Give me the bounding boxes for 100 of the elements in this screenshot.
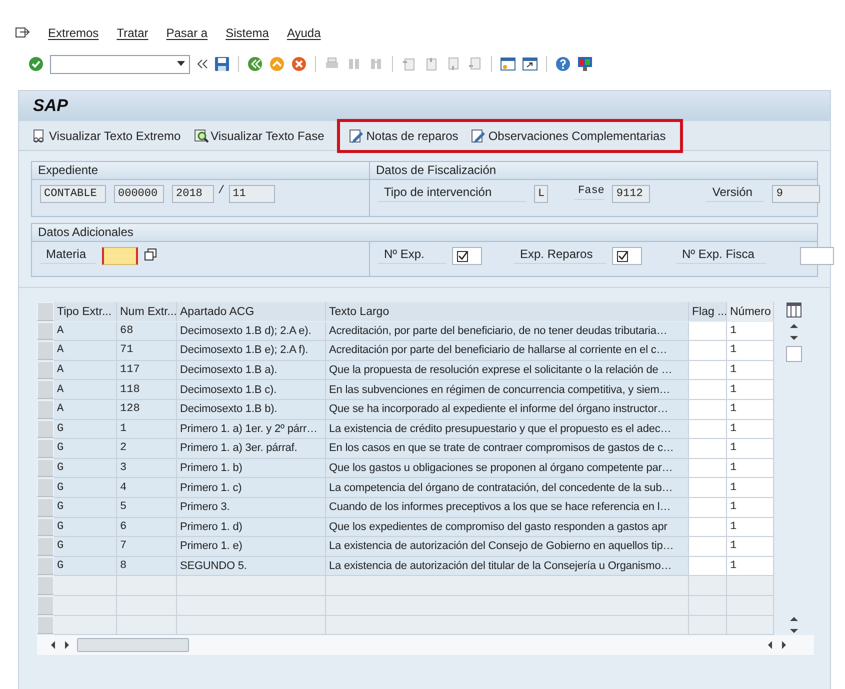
exit-icon[interactable] <box>269 56 285 72</box>
cancel-icon[interactable] <box>291 56 307 72</box>
table-cell: 1 <box>727 556 774 576</box>
table-cell: G <box>54 556 117 576</box>
input-field[interactable]: 000000 <box>114 185 164 203</box>
column-settings-icon[interactable] <box>786 302 802 318</box>
value-help-icon[interactable] <box>144 247 158 263</box>
row-selector[interactable] <box>37 498 54 517</box>
toolbar-button[interactable]: Observaciones Complementarias <box>470 128 666 144</box>
table-cell: Acreditación por parte del beneficiario de hallarse al corriente en el c… <box>326 341 689 361</box>
table-cell: A <box>54 380 117 400</box>
back-icon[interactable] <box>247 56 263 72</box>
scroll-thumb[interactable] <box>77 638 189 652</box>
input-field[interactable]: CONTABLE <box>40 185 106 203</box>
row-selector[interactable] <box>37 518 54 536</box>
table-cell: Primero 1. d) <box>177 518 326 538</box>
table-cell: Que la propuesta de resolución exprese el solicitante o la relación de … <box>326 360 689 380</box>
scroll-thumb[interactable] <box>786 346 802 362</box>
table-cell: Cuando de los informes preceptivos a los que se hace referencia en l… <box>326 498 689 518</box>
column-header[interactable]: Flag ... <box>689 302 727 321</box>
table-cell: G <box>54 518 117 538</box>
check-icon[interactable] <box>28 56 44 72</box>
table-cell: G <box>54 439 117 459</box>
table-cell <box>689 322 727 342</box>
row-selector[interactable] <box>37 420 54 438</box>
menu-item[interactable]: Pasar a <box>166 26 208 40</box>
table-cell: 7 <box>117 537 177 557</box>
toolbar-button[interactable]: Visualizar Texto Extremo <box>31 128 181 144</box>
table-cell: Decimosexto 1.B d); 2.A e). <box>177 322 326 342</box>
input-field[interactable]: 2018 <box>172 185 214 203</box>
input-field[interactable] <box>102 247 138 265</box>
checkbox[interactable] <box>612 247 642 265</box>
pencil-icon <box>470 128 486 144</box>
magnifier-icon <box>192 128 209 144</box>
input-field[interactable]: L <box>534 185 548 203</box>
column-header[interactable]: Texto Largo <box>326 302 689 321</box>
row-selector[interactable] <box>37 616 54 634</box>
menu-item[interactable]: Tratar <box>116 26 148 40</box>
scroll-left-icon[interactable] <box>49 641 57 650</box>
input-field[interactable]: 9 <box>772 185 820 203</box>
toolbar-button[interactable]: Notas de reparos <box>348 128 458 144</box>
save-icon[interactable] <box>214 56 230 72</box>
table-cell: 1 <box>727 458 774 478</box>
menu-item[interactable]: Ayuda <box>286 26 321 40</box>
field-label: Nº Exp. Fisca <box>676 247 766 264</box>
table-cell: Primero 1. a) 1er. y 2º párr… <box>177 420 326 440</box>
row-selector[interactable] <box>37 322 54 340</box>
table-cell: A <box>54 360 117 380</box>
menu-item[interactable]: Sistema <box>226 26 269 40</box>
table-cell: Primero 1. e) <box>177 537 326 557</box>
last-page-icon[interactable] <box>467 56 483 72</box>
row-selector[interactable] <box>37 537 54 556</box>
row-selector[interactable] <box>37 458 54 478</box>
menu-item[interactable]: Extremos <box>48 26 99 40</box>
column-header[interactable]: Tipo Extr... <box>54 302 117 321</box>
column-header[interactable]: Apartado ACG <box>177 302 326 321</box>
row-selector[interactable] <box>37 596 54 614</box>
first-page-icon[interactable] <box>401 56 417 72</box>
table-cell: En los casos en que se trate de contraer compromisos de gastos de c… <box>326 439 689 459</box>
help-icon[interactable] <box>555 56 571 72</box>
scroll-down-icon[interactable] <box>790 334 798 342</box>
column-header[interactable]: Num Extr... <box>117 302 177 321</box>
field-label: Materia <box>40 247 96 264</box>
table-cell: Que los expedientes de compromiso del gasto responden a gastos apr <box>326 518 689 538</box>
table-cell: 1 <box>117 420 177 440</box>
new-window-icon[interactable] <box>500 56 516 72</box>
table-cell: La existencia de autorización del titular de la Consejería u Organismo… <box>326 556 689 576</box>
dropdown-icon[interactable] <box>177 61 185 67</box>
table-cell <box>689 439 727 459</box>
input-field[interactable]: 9112 <box>612 185 650 203</box>
table-cell: 1 <box>727 322 774 342</box>
row-selector[interactable] <box>37 341 54 360</box>
row-selector[interactable] <box>37 556 54 576</box>
shortcut-icon[interactable] <box>522 56 538 72</box>
input-field[interactable]: 11 <box>228 185 275 203</box>
scroll-left-icon[interactable] <box>766 641 774 650</box>
checkmark-icon <box>617 250 628 262</box>
row-selector[interactable] <box>37 478 54 497</box>
scroll-down-icon[interactable] <box>790 627 798 636</box>
input-field[interactable] <box>800 247 834 265</box>
table-cell: G <box>54 458 117 478</box>
checkbox[interactable] <box>452 247 482 265</box>
select-all-button[interactable] <box>37 302 54 321</box>
table-cell <box>689 556 727 576</box>
row-selector[interactable] <box>37 380 54 399</box>
scroll-right-icon[interactable] <box>63 641 71 650</box>
row-selector[interactable] <box>37 400 54 419</box>
table-cell: G <box>54 478 117 498</box>
table-cell: 1 <box>727 518 774 538</box>
scroll-right-icon[interactable] <box>780 641 788 650</box>
row-selector[interactable] <box>37 576 54 595</box>
scroll-up-icon[interactable] <box>790 615 798 624</box>
scroll-up-icon[interactable] <box>790 322 798 330</box>
table-cell: Decimosexto 1.B b). <box>177 400 326 420</box>
command-field[interactable] <box>50 54 190 74</box>
table-cell: G <box>54 537 117 557</box>
toolbar-button[interactable]: Visualizar Texto Fase <box>192 128 324 144</box>
row-selector[interactable] <box>37 360 54 380</box>
row-selector[interactable] <box>37 439 54 458</box>
monitor-icon[interactable] <box>577 56 593 72</box>
